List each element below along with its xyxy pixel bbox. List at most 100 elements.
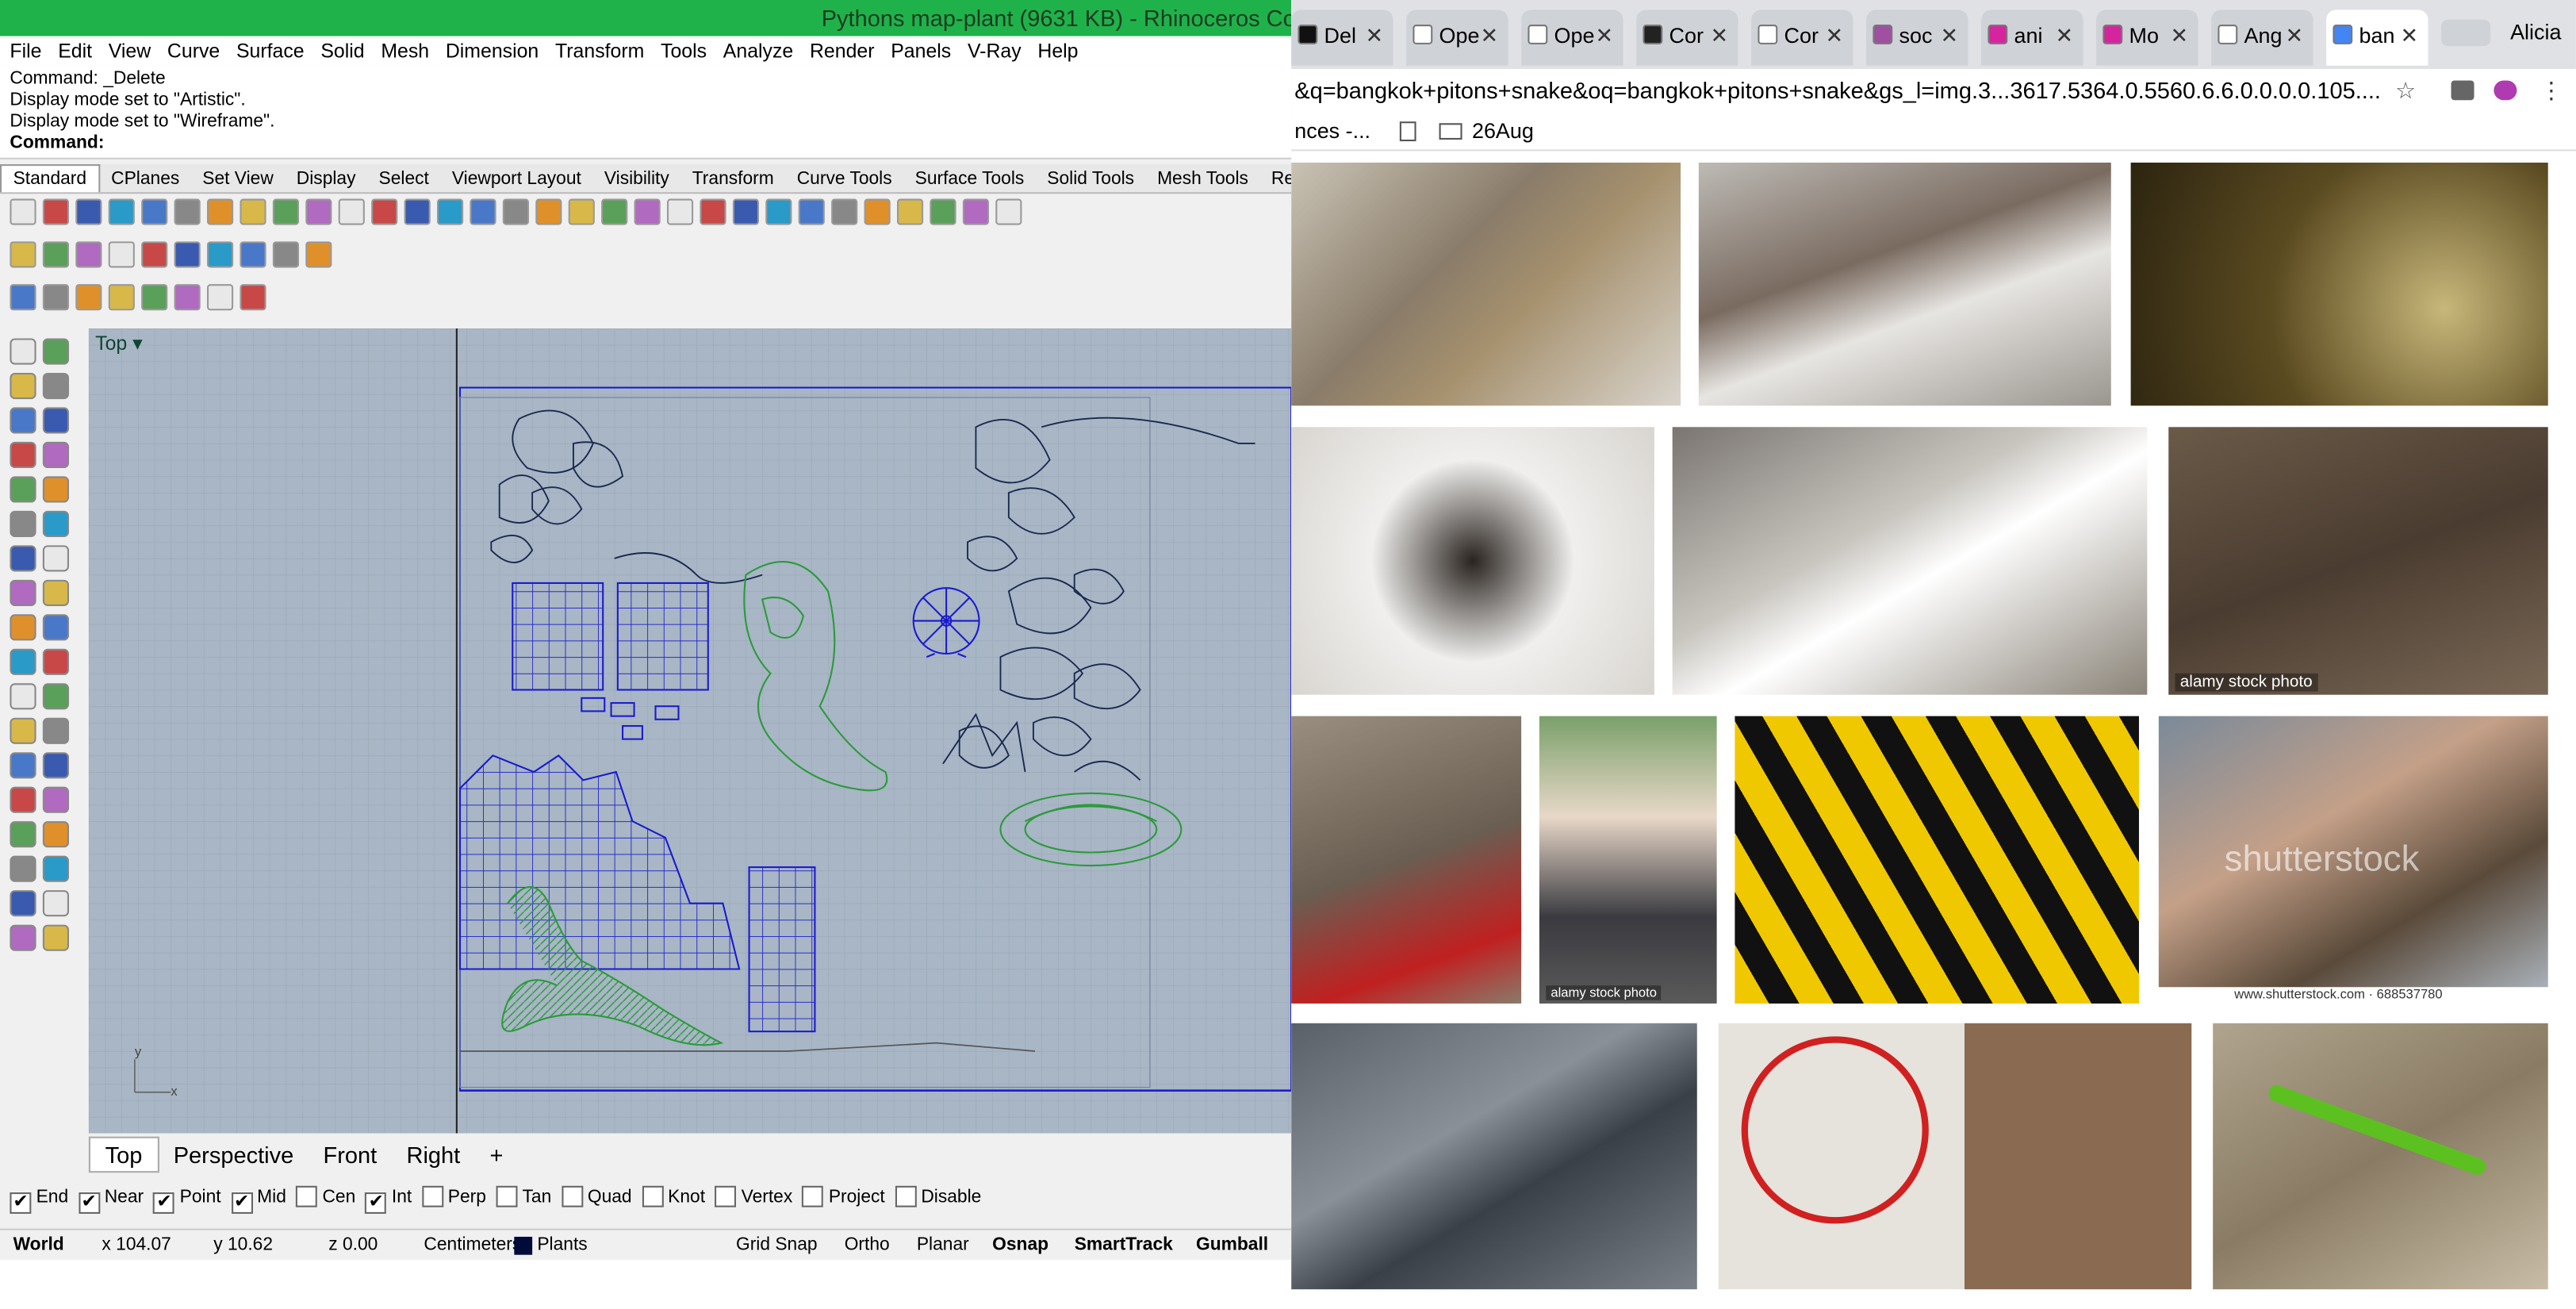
menu-item-transform[interactable]: Transform [555,40,644,63]
tab-standard[interactable]: Standard [0,164,100,193]
tab-viewport-add[interactable]: + [475,1138,518,1171]
tab-viewport-front[interactable]: Front [309,1138,392,1171]
tool-icon[interactable] [10,241,36,268]
tool-icon[interactable] [601,198,628,225]
close-icon[interactable]: ✕ [2056,23,2074,49]
layer-status[interactable]: Plants [537,1230,587,1260]
tool-icon[interactable] [42,855,69,882]
tool-icon[interactable] [995,198,1022,225]
menu-icon[interactable]: ⋮ [2540,69,2563,112]
command-input[interactable]: Command: [10,133,1281,155]
close-icon[interactable]: ✕ [2286,23,2304,49]
tool-icon[interactable] [272,241,299,268]
tool-icon[interactable] [42,924,69,951]
tool-icon[interactable] [798,198,825,225]
osnap-checkbox[interactable] [296,1185,318,1207]
tool-icon[interactable] [470,198,496,225]
tool-icon[interactable] [75,198,102,225]
url-text[interactable]: &q=bangkok+pitons+snake&oq=bangkok+piton… [1294,77,2381,103]
tool-icon[interactable] [42,890,69,917]
star-icon[interactable]: ☆ [2395,69,2416,112]
close-icon[interactable]: ✕ [1826,23,1844,49]
tool-icon[interactable] [42,752,69,779]
menu-item-dimension[interactable]: Dimension [446,40,539,63]
chrome-tab[interactable]: Del ✕ [1291,10,1393,66]
osnap-quad[interactable]: Quad [561,1185,632,1207]
osnap-tan[interactable]: Tan [496,1185,551,1207]
menu-item-surface[interactable]: Surface [236,40,305,63]
cplane-status[interactable]: World [13,1230,64,1260]
tab-select[interactable]: Select [367,166,440,192]
tool-icon[interactable] [174,241,201,268]
planar-toggle[interactable]: Planar [917,1230,969,1260]
chrome-tab[interactable]: Ope ✕ [1521,10,1623,66]
tool-icon[interactable] [831,198,858,225]
tool-icon[interactable] [10,476,36,503]
grid-snap-toggle[interactable]: Grid Snap [736,1230,818,1260]
tool-icon[interactable] [10,407,36,434]
tool-icon[interactable] [42,284,69,311]
tool-icon[interactable] [10,372,36,400]
tool-icon[interactable] [42,198,69,225]
tool-icon[interactable] [700,198,726,225]
tool-icon[interactable] [108,241,135,268]
gumball-toggle[interactable]: Gumball [1196,1230,1268,1260]
tool-icon[interactable] [42,579,69,606]
image-result[interactable]: shutterstock [2158,716,2548,988]
ortho-toggle[interactable]: Ortho [845,1230,890,1260]
osnap-checkbox[interactable]: ✔ [231,1192,252,1214]
chrome-tab[interactable]: ani ✕ [1981,10,2083,66]
osnap-disable[interactable]: Disable [895,1185,981,1207]
image-result[interactable] [1291,1023,1697,1290]
tool-icon[interactable] [10,890,36,917]
tool-icon[interactable] [864,198,891,225]
tool-icon[interactable] [42,338,69,365]
tab-solid-tools[interactable]: Solid Tools [1036,166,1146,192]
chrome-tab[interactable]: Ang ✕ [2211,10,2313,66]
osnap-near[interactable]: ✔ Near [78,1188,144,1214]
osnap-checkbox[interactable]: ✔ [10,1192,32,1214]
image-result[interactable] [2213,1023,2548,1290]
tool-icon[interactable] [10,284,36,311]
osnap-perp[interactable]: Perp [421,1185,486,1207]
tab-display[interactable]: Display [285,166,367,192]
tool-icon[interactable] [305,241,332,268]
image-result[interactable] [1698,162,2111,406]
tool-icon[interactable] [42,372,69,400]
tool-icon[interactable] [10,717,36,744]
tool-icon[interactable] [10,510,36,537]
new-tab-button[interactable] [2441,19,2491,46]
menu-item-solid[interactable]: Solid [320,40,364,63]
osnap-project[interactable]: Project [802,1185,885,1207]
osnap-point[interactable]: ✔ Point [153,1188,221,1214]
osnap-checkbox[interactable] [895,1185,917,1207]
menu-item-panels[interactable]: Panels [891,40,951,63]
tool-icon[interactable] [141,198,168,225]
tool-icon[interactable] [10,855,36,882]
tool-icon[interactable] [568,198,595,225]
menu-item-view[interactable]: View [109,40,151,63]
osnap-checkbox[interactable] [421,1185,443,1207]
tool-icon[interactable] [42,441,69,469]
image-result[interactable] [1735,716,2139,1004]
osnap-checkbox[interactable]: ✔ [78,1192,100,1214]
menu-item-curve[interactable]: Curve [167,40,220,63]
osnap-end[interactable]: ✔ End [10,1188,68,1214]
image-result[interactable] [1718,1023,2192,1290]
close-icon[interactable]: ✕ [2171,23,2189,49]
menu-item-vray[interactable]: V-Ray [968,40,1022,63]
image-result[interactable] [2130,162,2548,406]
tool-icon[interactable] [962,198,989,225]
close-icon[interactable]: ✕ [1481,23,1499,49]
tool-icon[interactable] [42,476,69,503]
top-viewport[interactable]: y x Top ▾ [88,328,1292,1134]
tool-icon[interactable] [75,241,102,268]
viewport-canvas[interactable]: y x [88,328,1292,1134]
tool-icon[interactable] [338,198,365,225]
osnap-checkbox[interactable] [496,1185,518,1207]
tool-icon[interactable] [42,683,69,710]
close-icon[interactable]: ✕ [1941,23,1959,49]
image-result[interactable] [1291,427,1654,695]
tool-icon[interactable] [174,284,201,311]
osnap-checkbox[interactable] [715,1185,737,1207]
